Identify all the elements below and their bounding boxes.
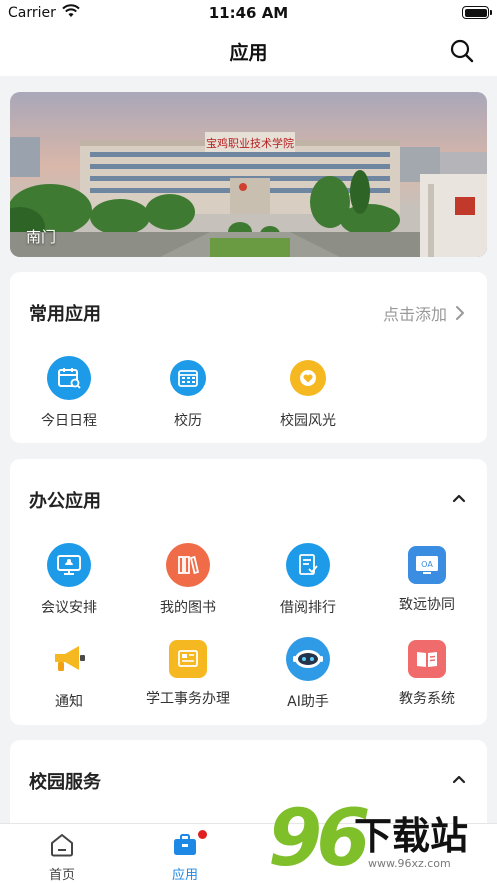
app-meeting[interactable]: 会议安排 [10, 543, 128, 617]
watermark-text: 下载站 [354, 814, 469, 858]
app-school-calendar[interactable]: 校历 [129, 356, 247, 430]
status-bar: Carrier 11:46 AM [0, 0, 497, 26]
app-label: 校历 [174, 413, 202, 429]
app-label: 校园风光 [280, 413, 336, 429]
ranking-icon [286, 543, 330, 587]
app-label: 学工事务办理 [146, 691, 230, 707]
apps-briefcase-icon [174, 834, 196, 855]
app-campus-scenery[interactable]: 校园风光 [249, 356, 367, 430]
chevron-up-icon[interactable] [451, 490, 467, 506]
tab-apps[interactable]: 应用 [145, 830, 225, 883]
app-seeyon-oa[interactable]: OA 致远协同 [368, 543, 486, 614]
calendar-icon [170, 360, 206, 396]
search-icon[interactable] [449, 38, 475, 64]
academic-book-icon [408, 640, 446, 678]
app-label: 教务系统 [399, 691, 455, 707]
watermark-number: 96 [268, 794, 371, 883]
watermark-logo: 96 下载站 www.96xz.com [268, 795, 497, 883]
add-apps-label: 点击添加 [382, 305, 447, 324]
building-sign: 宝鸡职业技术学院 [206, 136, 294, 150]
affairs-icon [169, 640, 207, 678]
app-label: 会议安排 [41, 600, 97, 616]
app-today-schedule[interactable]: 今日日程 [10, 356, 128, 430]
page-title: 应用 [229, 42, 268, 64]
tab-label: 首页 [48, 868, 75, 883]
app-academic-system[interactable]: 教务系统 [368, 637, 486, 708]
books-icon [166, 543, 210, 587]
app-label: 致远协同 [399, 597, 455, 613]
app-ai-assistant[interactable]: AI助手 [249, 637, 367, 711]
common-apps-card: 常用应用 点击添加 今日日程 校历 校园风光 [10, 272, 487, 443]
campus-banner[interactable]: 宝鸡职业技术学院 南门 [10, 92, 487, 257]
chevron-up-icon[interactable] [451, 771, 467, 787]
app-label: 我的图书 [160, 600, 216, 616]
megaphone-icon [47, 637, 91, 681]
chevron-right-icon [456, 306, 464, 320]
app-student-affairs[interactable]: 学工事务办理 [129, 637, 247, 708]
nav-bar: 应用 [0, 26, 497, 76]
app-label: 通知 [55, 694, 83, 710]
watermark-url: www.96xz.com [368, 857, 451, 870]
meeting-icon [47, 543, 91, 587]
clock: 11:46 AM [208, 4, 289, 22]
tab-label: 应用 [171, 868, 198, 883]
app-label: AI助手 [287, 694, 329, 710]
app-label: 今日日程 [41, 413, 97, 429]
tab-home[interactable]: 首页 [22, 832, 102, 883]
section-title: 办公应用 [29, 491, 101, 512]
schedule-icon [47, 356, 91, 400]
oa-icon: OA [408, 546, 446, 584]
svg-text:OA: OA [421, 560, 433, 569]
home-icon [51, 834, 73, 857]
app-borrow-ranking[interactable]: 借阅排行 [249, 543, 367, 617]
section-title: 常用应用 [29, 304, 101, 325]
robot-icon [286, 637, 330, 681]
office-apps-card: 办公应用 会议安排 我的图书 借阅排行 OA 致远协同 通知 学工事务办理 AI… [10, 459, 487, 725]
app-notice[interactable]: 通知 [10, 637, 128, 711]
notification-badge [198, 830, 207, 839]
banner-caption: 南门 [26, 228, 57, 246]
battery-icon [462, 6, 492, 19]
add-apps-link[interactable]: 点击添加 [383, 301, 465, 325]
heart-badge-icon [290, 360, 326, 396]
section-title: 校园服务 [29, 772, 101, 793]
app-label: 借阅排行 [280, 600, 336, 616]
campus-photo: 宝鸡职业技术学院 [10, 92, 487, 257]
app-my-books[interactable]: 我的图书 [129, 543, 247, 617]
